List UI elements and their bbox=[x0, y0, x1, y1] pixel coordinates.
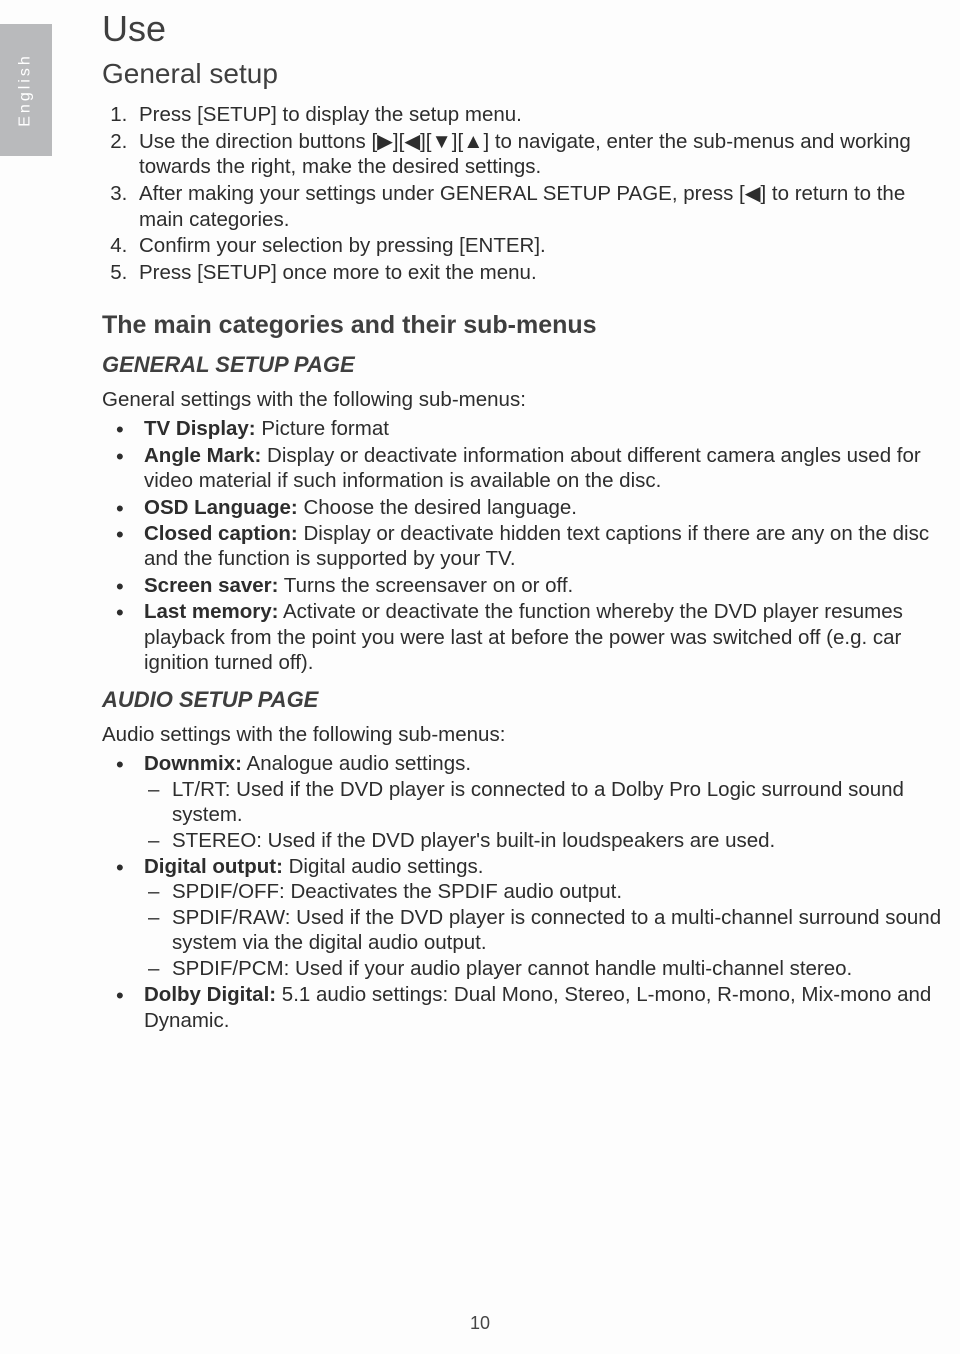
list-item: Last memory: Activate or deactivate the … bbox=[102, 599, 942, 675]
page-title: Use bbox=[102, 8, 942, 50]
list-item: Dolby Digital: 5.1 audio settings: Dual … bbox=[102, 982, 942, 1033]
step-item: Press [SETUP] once more to exit the menu… bbox=[133, 260, 942, 286]
item-label: Angle Mark: bbox=[144, 444, 261, 467]
sub-item: LT/RT: Used if the DVD player is connect… bbox=[144, 777, 942, 828]
list-item: TV Display: Picture format bbox=[102, 416, 942, 441]
item-label: Last memory: bbox=[144, 600, 278, 623]
item-text: Display or deactivate information about … bbox=[144, 444, 921, 492]
general-setup-page-heading: GENERAL SETUP PAGE bbox=[102, 352, 942, 378]
gsp-intro: General settings with the following sub-… bbox=[102, 388, 942, 412]
page-body: Use General setup Press [SETUP] to displ… bbox=[0, 0, 960, 1354]
list-item: Angle Mark: Display or deactivate inform… bbox=[102, 443, 942, 494]
list-item: Downmix: Analogue audio settings. LT/RT:… bbox=[102, 751, 942, 853]
item-text: Choose the desired language. bbox=[298, 496, 577, 519]
list-item: Screen saver: Turns the screensaver on o… bbox=[102, 573, 942, 598]
item-label: Digital output: bbox=[144, 855, 283, 878]
sub-item: STEREO: Used if the DVD player's built-i… bbox=[144, 828, 942, 853]
sub-item: SPDIF/RAW: Used if the DVD player is con… bbox=[144, 905, 942, 956]
list-item: Digital output: Digital audio settings. … bbox=[102, 854, 942, 981]
item-text: Turns the screensaver on or off. bbox=[278, 574, 573, 597]
sub-item: SPDIF/PCM: Used if your audio player can… bbox=[144, 956, 942, 981]
asp-list: Downmix: Analogue audio settings. LT/RT:… bbox=[102, 751, 942, 1032]
step-item: Press [SETUP] to display the setup menu. bbox=[133, 102, 942, 128]
item-label: Closed caption: bbox=[144, 522, 298, 545]
step-item: Confirm your selection by pressing [ENTE… bbox=[133, 233, 942, 259]
sub-list: LT/RT: Used if the DVD player is connect… bbox=[144, 777, 942, 853]
list-item: OSD Language: Choose the desired languag… bbox=[102, 495, 942, 520]
page-number: 10 bbox=[0, 1313, 960, 1334]
main-categories-heading: The main categories and their sub-menus bbox=[102, 311, 942, 340]
step-item: After making your settings under GENERAL… bbox=[133, 181, 942, 232]
item-label: TV Display: bbox=[144, 417, 256, 440]
item-label: OSD Language: bbox=[144, 496, 298, 519]
item-label: Downmix: bbox=[144, 752, 242, 775]
sub-list: SPDIF/OFF: Deactivates the SPDIF audio o… bbox=[144, 879, 942, 981]
general-setup-heading: General setup bbox=[102, 58, 942, 90]
item-label: Dolby Digital: bbox=[144, 983, 276, 1006]
list-item: Closed caption: Display or deactivate hi… bbox=[102, 521, 942, 572]
item-text: Digital audio settings. bbox=[283, 855, 484, 878]
sub-item: SPDIF/OFF: Deactivates the SPDIF audio o… bbox=[144, 879, 942, 904]
asp-intro: Audio settings with the following sub-me… bbox=[102, 723, 942, 747]
gsp-list: TV Display: Picture format Angle Mark: D… bbox=[102, 416, 942, 675]
item-label: Screen saver: bbox=[144, 574, 278, 597]
audio-setup-page-heading: AUDIO SETUP PAGE bbox=[102, 687, 942, 713]
item-text: Picture format bbox=[256, 417, 389, 440]
item-text: Analogue audio settings. bbox=[242, 752, 471, 775]
step-item: Use the direction buttons [▶][◀][▼][▲] t… bbox=[133, 129, 942, 180]
setup-steps-list: Press [SETUP] to display the setup menu.… bbox=[102, 102, 942, 285]
